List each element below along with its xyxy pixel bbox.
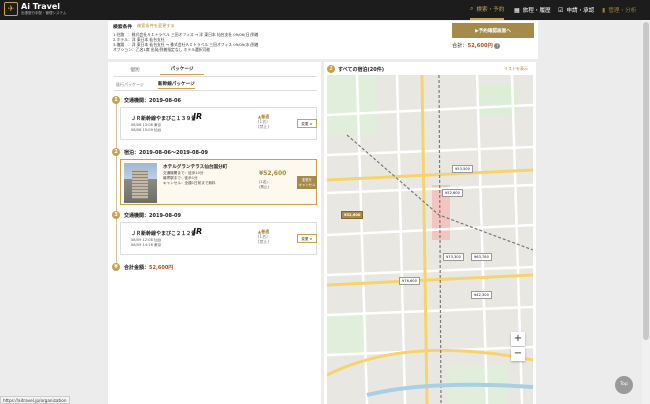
hotel-price-pin-selected[interactable]: ¥52,600 — [341, 211, 364, 219]
check-icon: ☑ — [558, 6, 564, 14]
zoom-out-button[interactable]: − — [511, 347, 525, 361]
hotel-price-pin[interactable]: ¥63,780 — [471, 253, 492, 261]
train-card-outbound: ＪＲ新幹線やまびこ１３９号 JR 08/06 13:08 東京 08/06 15… — [120, 107, 317, 140]
condition-row-options: オプション：乙名1席 出発/到着指定なし ホテル選択可能 — [113, 47, 211, 52]
help-icon[interactable]: ? — [494, 42, 501, 49]
step-label-return: 交通機関：2019-08-09 — [124, 213, 181, 219]
hotel-map-panel: 2 すべての宿泊(20件) リストを表示 ¥53,500 ¥52,600 ¥52… — [324, 62, 536, 404]
train-times: 08/06 13:08 東京 08/06 15:09 仙台 — [131, 123, 162, 132]
status-bar-url: https://aitravel.jp/organization — [0, 396, 70, 404]
hotel-price-pin[interactable]: ¥52,600 — [442, 189, 463, 197]
total-price-summary: 合計：52,600円 ? — [452, 42, 501, 49]
nav-application-approval[interactable]: ☑ 申請・承認 — [558, 0, 594, 20]
subtab-existing-package[interactable]: 既行パッケージ — [116, 82, 144, 88]
train-card-return: ＪＲ新幹線やまびこ２１２号 JR 08/09 12:08 仙台 08/09 14… — [120, 222, 317, 255]
jr-logo-icon: JR — [193, 227, 203, 236]
jr-logo-icon: JR — [193, 112, 203, 121]
app-name: Ai Travel — [21, 1, 61, 11]
app-logo[interactable]: ✈ Ai Travel 出張旅行手配・管理システム — [4, 2, 66, 16]
step-number: 2 — [112, 148, 120, 156]
grand-total: 合計金額：52,600円 — [124, 265, 174, 271]
hotel-price: ¥52,600 — [259, 170, 287, 177]
train-times: 08/09 12:08 仙台 08/09 14:16 東京 — [131, 238, 162, 247]
subtab-shinkansen-package[interactable]: 新幹線パッケージ — [158, 81, 195, 89]
proceed-to-reservation-button[interactable]: ▶予約確認画面へ — [452, 23, 534, 38]
hotel-price-pin[interactable]: ¥42,300 — [471, 291, 492, 299]
hotel-photo — [124, 163, 157, 203]
top-navigation-bar: ✈ Ai Travel 出張旅行手配・管理システム ⌕ 検索・予約 ▦ 旅程・履… — [0, 0, 650, 20]
hotel-details: 交通機関まで：徒歩10分 最寄駅まで：徒歩1分 キャンセル：全額1日前まで無料 — [163, 171, 216, 185]
nav-itinerary-history[interactable]: ▦ 旅程・履歴 — [514, 0, 551, 20]
chart-icon: ▮ — [602, 6, 606, 14]
subtab-divider — [114, 90, 317, 91]
hotel-price-pin[interactable]: ¥53,500 — [452, 165, 473, 173]
change-cancel-hotel-button[interactable]: 変更を キャンセル — [297, 176, 317, 189]
map-title: すべての宿泊(20件) — [338, 67, 384, 73]
hotel-price-pin[interactable]: ¥73,300 — [443, 253, 464, 261]
show-list-link[interactable]: リストを表示 — [504, 66, 528, 72]
train-name: ＪＲ新幹線やまびこ１３９号 — [131, 116, 197, 122]
total-amount: 52,600円 — [467, 43, 493, 49]
change-train-button[interactable]: 変更 > — [297, 119, 317, 128]
tab-package[interactable]: パッケージ — [160, 66, 204, 75]
seat-class: ▲普通 (1名) (禁止) — [258, 114, 270, 129]
scrollbar-thumb[interactable] — [643, 22, 649, 340]
total-marker-icon: ¥ — [112, 263, 120, 271]
zoom-in-button[interactable]: + — [511, 332, 525, 346]
hotel-card: ホテルグランテラス仙台国分町 交通機関まで：徒歩10分 最寄駅まで：徒歩1分 キ… — [120, 159, 317, 205]
scroll-to-top-button[interactable]: Top — [615, 376, 633, 394]
calendar-icon: ▦ — [514, 6, 520, 14]
tab-divider — [114, 76, 317, 77]
step-number: 2 — [327, 65, 335, 73]
step-number: 1 — [112, 96, 120, 104]
step-number: 3 — [112, 211, 120, 219]
hotel-map[interactable]: ¥53,500 ¥52,600 ¥52,600 ¥73,300 ¥63,780 … — [327, 75, 533, 404]
train-name: ＪＲ新幹線やまびこ２１２号 — [131, 231, 197, 237]
change-train-button[interactable]: 変更 > — [297, 234, 317, 243]
seat-class: ▲普通 (1名) (禁止) — [258, 229, 270, 244]
hotel-guest-note: (1名) (禁止) — [259, 180, 269, 189]
tab-individual[interactable]: 個別 — [114, 67, 156, 73]
nav-search-reserve[interactable]: ⌕ 検索・予約 — [470, 0, 505, 20]
search-conditions-title: 検索条件 — [113, 25, 133, 30]
hotel-price-pin[interactable]: ¥76,600 — [399, 277, 420, 285]
step-label-hotel: 宿泊：2019-08-06〜2019-08-09 — [124, 150, 208, 156]
app-tagline: 出張旅行手配・管理システム — [21, 10, 67, 15]
change-conditions-link[interactable]: 検索条件を変更する — [137, 23, 175, 29]
itinerary-panel: 個別 パッケージ 既行パッケージ 新幹線パッケージ 1 交通機関：2019-08… — [108, 62, 321, 404]
search-icon: ⌕ — [470, 5, 474, 12]
timeline-line — [116, 100, 117, 268]
hotel-name: ホテルグランテラス仙台国分町 — [163, 165, 228, 170]
step-label-outbound: 交通機関：2019-08-06 — [124, 98, 181, 104]
nav-management-analysis[interactable]: ▮ 管理・分析 — [602, 0, 636, 20]
map-streets — [327, 75, 533, 404]
logo-mark-icon: ✈ — [4, 2, 18, 16]
